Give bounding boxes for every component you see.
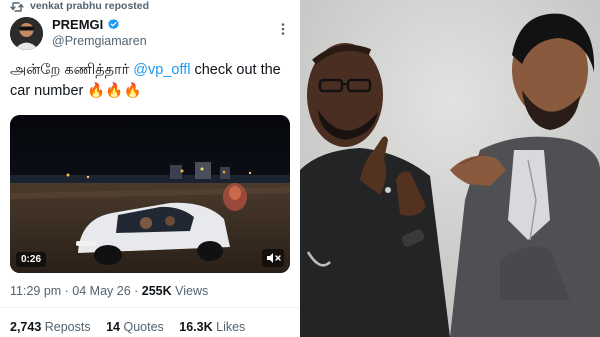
fire-emojis: 🔥🔥🔥 <box>87 83 142 99</box>
mute-icon <box>267 253 281 263</box>
repost-icon <box>10 2 24 12</box>
photo-two-men <box>300 0 600 337</box>
video-frame <box>10 115 290 273</box>
likes-stat[interactable]: 16.3K Likes <box>179 320 245 334</box>
tweet-text: அன்றே கணித்தார் @vp_offl check out the c… <box>10 60 290 102</box>
tweet-meta: 11:29 pm · 04 May 26 · 255K Views <box>10 284 208 298</box>
mention-link[interactable]: @vp_offl <box>133 62 190 78</box>
reposts-label: Reposts <box>41 320 91 334</box>
engagement-stats: 2,743 Reposts 14 Quotes 16.3K Likes <box>10 320 257 334</box>
reposts-count: 2,743 <box>10 320 42 334</box>
views-label: Views <box>171 284 209 298</box>
avatar[interactable] <box>10 17 43 50</box>
author-handle[interactable]: @Premgiamaren <box>52 34 147 48</box>
views-count: 255K <box>141 284 172 298</box>
author-name-row[interactable]: PREMGI <box>52 17 120 32</box>
video-duration: 0:26 <box>16 252 47 267</box>
quotes-stat[interactable]: 14 Quotes <box>106 320 164 334</box>
likes-count: 16.3K <box>179 320 213 334</box>
author-name[interactable]: PREMGI <box>52 17 103 32</box>
reposts-stat[interactable]: 2,743 Reposts <box>10 320 91 334</box>
likes-label: Likes <box>212 320 246 334</box>
tweet-text-tamil: அன்றே கணித்தார் <box>10 62 134 78</box>
quotes-count: 14 <box>106 320 121 334</box>
repost-indicator[interactable]: venkat prabhu reposted <box>30 0 149 12</box>
quotes-label: Quotes <box>120 320 164 334</box>
tweet-card: venkat prabhu reposted PREMGI @Premgiama… <box>0 0 300 337</box>
mute-button[interactable] <box>262 249 284 267</box>
more-options-icon[interactable] <box>276 22 290 36</box>
divider <box>0 307 300 308</box>
verified-badge-icon <box>108 18 120 30</box>
timestamp[interactable]: 11:29 pm · 04 May 26 · <box>10 284 142 298</box>
photo-panel <box>300 0 600 337</box>
video-player[interactable]: 0:26 <box>10 115 290 273</box>
